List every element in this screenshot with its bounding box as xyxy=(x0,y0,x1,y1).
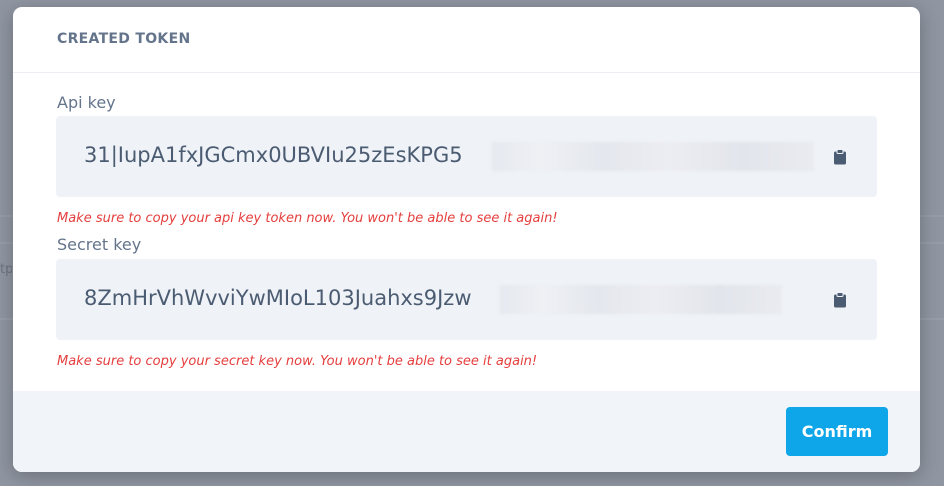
secret-key-value: 8ZmHrVhWvviYwMIoL103Juahxs9Jzw xyxy=(84,286,472,310)
background-partial-text: tp xyxy=(0,262,12,277)
secret-key-label: Secret key xyxy=(57,235,142,254)
modal-title: CREATED TOKEN xyxy=(57,31,191,47)
secret-key-warning: Make sure to copy your secret key now. Y… xyxy=(57,354,538,369)
clipboard-icon[interactable] xyxy=(833,292,847,308)
api-key-label: Api key xyxy=(57,93,116,112)
modal-body: Api key 31|IupA1fxJGCmx0UBVIu25zEsKPG5 M… xyxy=(13,73,920,391)
created-token-modal: CREATED TOKEN Api key 31|IupA1fxJGCmx0UB… xyxy=(13,7,920,472)
modal-header: CREATED TOKEN xyxy=(13,7,920,73)
confirm-button[interactable]: Confirm xyxy=(786,407,888,456)
secret-key-redacted xyxy=(500,285,782,314)
modal-footer: Confirm xyxy=(13,391,920,472)
api-key-field[interactable]: 31|IupA1fxJGCmx0UBVIu25zEsKPG5 xyxy=(56,116,877,197)
clipboard-icon[interactable] xyxy=(833,149,847,165)
api-key-value: 31|IupA1fxJGCmx0UBVIu25zEsKPG5 xyxy=(84,143,463,167)
api-key-warning: Make sure to copy your api key token now… xyxy=(57,211,558,226)
secret-key-field[interactable]: 8ZmHrVhWvviYwMIoL103Juahxs9Jzw xyxy=(56,259,877,340)
api-key-redacted xyxy=(492,142,814,171)
